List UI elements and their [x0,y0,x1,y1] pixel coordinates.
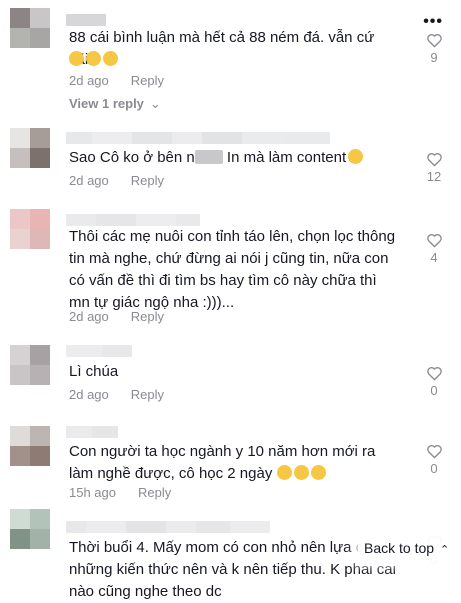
grinning-squinting-emoji-icon [103,51,118,66]
timestamp: 15h ago [69,485,116,500]
view-replies-button[interactable]: View 1 reply ⌄ [69,96,161,112]
emoji-row [69,49,397,71]
comment-meta: 2d ago Reply [69,173,164,188]
more-options-icon[interactable]: ••• [423,13,443,31]
like-button[interactable]: 4 [424,233,444,265]
timestamp: 2d ago [69,73,109,88]
like-button[interactable]: 0 [424,366,444,398]
timestamp: 2d ago [69,387,109,402]
smiling-emoji-icon [348,149,364,164]
grinning-squinting-emoji-icon [86,51,101,66]
avatar[interactable] [10,209,50,249]
heart-icon [426,367,442,381]
username-blurred[interactable] [66,213,200,226]
username-blurred[interactable] [66,425,118,438]
like-count: 9 [430,50,438,65]
reply-button[interactable]: Reply [131,309,164,324]
reply-button[interactable]: Reply [131,173,164,188]
reply-button[interactable]: Reply [131,387,164,402]
timestamp: 2d ago [69,173,109,188]
heart-icon [426,34,442,48]
heart-icon [426,153,442,167]
avatar[interactable] [10,345,50,385]
username-blurred[interactable] [66,520,270,533]
like-count: 0 [430,383,438,398]
grinning-squinting-emoji-icon [310,465,326,480]
heart-icon [426,445,442,459]
redacted-text [194,150,223,164]
comment-text: Lì chúa [69,363,119,380]
comment-meta: 2d ago Reply [69,309,164,324]
timestamp: 2d ago [69,309,109,324]
like-button[interactable]: 12 [424,152,444,184]
comment-meta: 2d ago Reply [69,73,164,88]
username-blurred[interactable] [66,131,330,144]
like-button[interactable]: 0 [424,444,444,476]
comment-meta: 15h ago Reply [69,485,171,500]
username-blurred[interactable] [66,344,132,357]
like-count: 4 [430,250,438,265]
comment-text: Con người ta học ngành y 10 năm hơn mới … [69,443,376,482]
double-chevron-up-icon: ⌃ [440,544,450,556]
comment-text: Thời buổi 4. Mấy mom có con nhỏ nên lựa … [69,539,396,600]
avatar[interactable] [10,426,50,466]
comment-text: Sao Cô ko ở bên n In mà làm content [69,147,397,169]
comment-meta: 2d ago Reply [69,387,164,402]
avatar[interactable] [10,8,50,48]
chevron-down-icon: ⌄ [149,96,161,111]
grinning-squinting-emoji-icon [69,51,84,66]
heart-icon [426,234,442,248]
back-to-top-button[interactable]: Back to top ⌃ [358,530,461,566]
like-button[interactable]: 9 [424,33,444,65]
reply-button[interactable]: Reply [131,73,164,88]
like-count: 0 [430,461,438,476]
like-count: 12 [426,169,442,184]
avatar[interactable] [10,128,50,168]
username-blurred[interactable] [66,13,106,26]
grinning-squinting-emoji-icon [276,465,292,480]
avatar[interactable] [10,509,50,549]
grinning-squinting-emoji-icon [293,465,309,480]
reply-button[interactable]: Reply [138,485,171,500]
comment-text: Thôi các mẹ nuôi con tỉnh táo lên, chọn … [69,228,396,311]
